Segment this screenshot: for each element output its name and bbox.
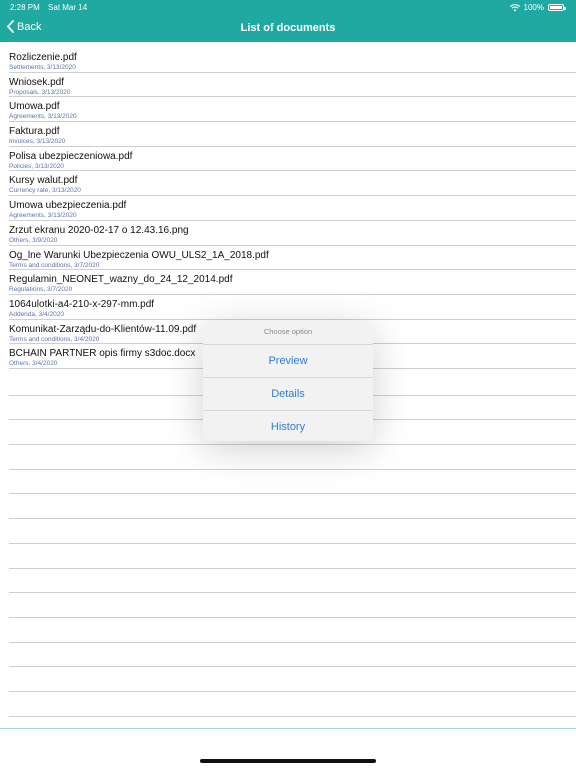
empty-row: [9, 667, 576, 692]
bottom-divider: [0, 728, 576, 729]
document-name: Rozliczenie.pdf: [9, 52, 77, 63]
document-meta: Addenda, 3/4/2020: [9, 310, 64, 318]
document-meta: Settlements, 3/13/2020: [9, 64, 76, 71]
document-row[interactable]: Umowa ubezpieczenia.pdf Agreements, 3/13/…: [9, 196, 576, 221]
empty-row: [9, 569, 576, 594]
document-meta: Currency rate, 3/13/2020: [9, 187, 81, 195]
battery-icon: [548, 4, 566, 11]
details-option[interactable]: Details: [203, 378, 373, 411]
status-time: 2:28 PM: [10, 3, 40, 12]
document-meta: Others, 3/4/2020: [9, 360, 58, 368]
document-name: 1064ulotki-a4-210-x-297-mm.pdf: [9, 298, 155, 310]
document-meta: Agreements, 3/13/2020: [9, 113, 77, 121]
document-name: Komunikat-Zarządu-do-Klientów-11.09.pdf: [9, 323, 197, 335]
empty-row: [9, 593, 576, 618]
document-row[interactable]: Wniosek.pdf Proposals, 3/13/2020: [9, 73, 576, 98]
empty-row: [9, 643, 576, 668]
document-meta: Policies, 3/13/2020: [9, 162, 64, 170]
empty-row: [9, 494, 576, 520]
document-name: Polisa ubezpieczeniowa.pdf: [9, 150, 133, 162]
document-meta: Terms and conditions, 3/7/2020: [9, 261, 100, 269]
document-row[interactable]: 1064ulotki-a4-210-x-297-mm.pdf Addenda, 3…: [9, 295, 576, 320]
empty-row: [9, 445, 576, 470]
document-name: Umowa ubezpieczenia.pdf: [9, 200, 127, 212]
document-row[interactable]: Polisa ubezpieczeniowa.pdf Policies, 3/13…: [9, 147, 576, 172]
navigation-bar: 2:28 PM Sat Mar 14 100% Back List of doc…: [0, 0, 576, 42]
battery-percent: 100%: [523, 3, 544, 12]
document-meta: Agreements, 3/13/2020: [9, 212, 77, 220]
document-meta: Invoices, 3/13/2020: [9, 138, 66, 146]
document-name: Regulamin_NEONET_wazny_do_24_12_2014.pdf: [9, 274, 233, 286]
document-row[interactable]: Rozliczenie.pdf Settlements, 3/13/2020: [9, 48, 576, 73]
document-row[interactable]: Faktura.pdf Invoices, 3/13/2020: [9, 122, 576, 147]
page-title: List of documents: [240, 22, 336, 34]
document-name: Og_lne Warunki Ubezpieczenia OWU_ULS2_1A…: [9, 249, 269, 261]
status-date: Sat Mar 14: [48, 3, 88, 12]
status-bar: 2:28 PM Sat Mar 14 100%: [0, 0, 576, 14]
empty-row: [9, 544, 576, 569]
history-option[interactable]: History: [203, 411, 373, 441]
empty-row: [9, 692, 576, 717]
wifi-icon: [509, 3, 520, 11]
empty-row: [9, 470, 576, 495]
document-row[interactable]: Og_lne Warunki Ubezpieczenia OWU_ULS2_1A…: [9, 246, 576, 271]
document-row[interactable]: Zrzut ekranu 2020-02-17 o 12.43.16.png Ot…: [9, 221, 576, 246]
document-name: Kursy walut.pdf: [9, 175, 78, 187]
document-meta: Others, 3/9/2020: [9, 236, 58, 244]
document-meta: Regulations, 3/7/2020: [9, 286, 73, 294]
options-popover: Choose option Preview Details History: [203, 320, 373, 441]
document-meta: Terms and conditions, 3/4/2020: [9, 335, 100, 343]
home-indicator[interactable]: [200, 759, 376, 763]
document-row[interactable]: Kursy walut.pdf Currency rate, 3/13/2020: [9, 171, 576, 197]
popover-title: Choose option: [203, 320, 373, 345]
document-name: Umowa.pdf: [9, 101, 60, 113]
document-meta: Proposals, 3/13/2020: [9, 88, 71, 96]
document-row[interactable]: Umowa.pdf Agreements, 3/13/2020: [9, 97, 576, 123]
empty-row: [9, 618, 576, 643]
document-name: BCHAIN PARTNER opis firmy s3doc.docx: [9, 348, 196, 360]
empty-row: [9, 519, 576, 544]
document-name: Zrzut ekranu 2020-02-17 o 12.43.16.png: [9, 224, 189, 236]
document-name: Wniosek.pdf: [9, 76, 65, 88]
document-name: Faktura.pdf: [9, 126, 60, 138]
document-row[interactable]: Regulamin_NEONET_wazny_do_24_12_2014.pdf…: [9, 270, 576, 295]
preview-option[interactable]: Preview: [203, 345, 373, 378]
